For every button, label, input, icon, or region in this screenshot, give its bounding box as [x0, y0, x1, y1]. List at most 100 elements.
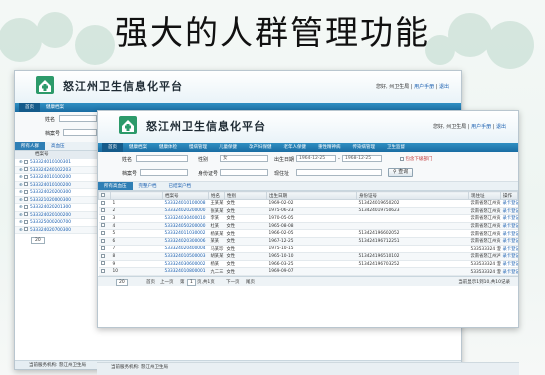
cell-record-no[interactable]: 533324020200000	[162, 207, 209, 216]
table-row[interactable]: 2 533324020200000 张某某 女性 1975-06-23 513424019…	[98, 207, 518, 216]
back-list-item[interactable]: ⊕ 533324010100301	[15, 159, 97, 167]
query-button[interactable]: ⚲ 查询	[388, 168, 414, 177]
cell-record-no[interactable]: 533324010100008	[162, 199, 209, 208]
table-row[interactable]: 9 533324030600002 杨某 女性 1966-03-25 5134241967…	[98, 260, 518, 269]
row-select-cell[interactable]	[98, 245, 111, 254]
birth-from-input[interactable]: 1964-12-25	[296, 155, 336, 162]
record-input[interactable]	[140, 169, 188, 176]
table-row[interactable]: 6 533324020300006 某某 女性 1967-12-25 5134241967…	[98, 237, 518, 246]
row-select-cell[interactable]	[98, 214, 111, 223]
register-card-link[interactable]: 录卡登记	[500, 237, 518, 246]
include-lower-org-checkbox[interactable]: 包含下级部门	[400, 156, 432, 162]
nav-tab-home[interactable]: 首页	[102, 143, 123, 152]
select-all-header[interactable]	[98, 191, 111, 200]
cell-record-no[interactable]: 533324010500003	[162, 252, 209, 261]
id-card-input[interactable]	[220, 169, 268, 176]
row-checkbox[interactable]	[100, 200, 105, 205]
row-select-cell[interactable]	[98, 199, 111, 208]
back-record-no[interactable]: 533324240102203	[30, 168, 71, 173]
table-row[interactable]: 7 533324020400004 马某珍 女性 1975-10-15 533533324…	[98, 245, 518, 254]
page-number-input[interactable]: 1	[187, 278, 196, 286]
row-checkbox[interactable]	[100, 261, 105, 266]
cell-record-no[interactable]: 533324030400010	[162, 214, 209, 223]
back-row-checkbox[interactable]	[23, 212, 28, 216]
row-select-cell[interactable]	[98, 260, 111, 269]
prev-page-button[interactable]: 上一页	[160, 279, 174, 285]
register-card-link[interactable]: 录卡登记	[500, 229, 518, 238]
next-page-button[interactable]: 下一页	[226, 279, 240, 285]
back-row-checkbox[interactable]	[23, 167, 28, 171]
back-list-item[interactable]: ⊕ 533324010100200	[15, 181, 97, 189]
back-record-no[interactable]: 533324010100200	[30, 175, 71, 180]
nav-tab-home[interactable]: 首页	[19, 103, 40, 112]
first-page-button[interactable]: 首页	[146, 279, 155, 285]
back-row-checkbox[interactable]	[23, 197, 28, 201]
table-row[interactable]: 1 533324010100008 王某某 女性 1969-02-02 513424019…	[98, 199, 518, 208]
register-card-link[interactable]: 录卡登记	[500, 199, 518, 208]
nav-tab-elderly-care[interactable]: 老年人保健	[278, 143, 313, 152]
nav-tab-maternal-care[interactable]: 孕产妇保健	[243, 143, 278, 152]
page-number-value[interactable]: 1	[187, 278, 196, 286]
row-checkbox[interactable]	[100, 230, 105, 235]
cell-record-no[interactable]: 533324020400004	[162, 245, 209, 254]
page-size-select[interactable]: 20	[116, 278, 128, 286]
birth-to-input[interactable]: 1968-12-25	[342, 155, 382, 162]
back-record-no[interactable]: 533324020100200	[30, 213, 71, 218]
row-select-cell[interactable]	[98, 237, 111, 246]
nav-tab-child-care[interactable]: 儿童保健	[213, 143, 243, 152]
row-select-cell[interactable]	[98, 207, 111, 216]
back-list-item[interactable]: ⊕ 533324010100200	[15, 174, 97, 182]
nav-tab-health-supervision[interactable]: 卫生监督	[381, 143, 411, 152]
checkbox-box[interactable]	[400, 156, 404, 161]
cell-record-no[interactable]: 533324011030002	[162, 229, 209, 238]
row-checkbox[interactable]	[100, 268, 105, 273]
subtab-closed-household[interactable]: 已结案户档	[163, 182, 198, 190]
page-size-value[interactable]: 20	[116, 278, 128, 286]
back-row-checkbox[interactable]	[23, 182, 28, 186]
cell-record-no[interactable]: 533324050200000	[162, 222, 209, 231]
table-row[interactable]: 5 533324011030002 杨某某 女性 1966-02-05 513424196…	[98, 229, 518, 238]
back-record-no[interactable]: 533325000200700	[30, 220, 71, 225]
cell-record-no[interactable]: 533324030600002	[162, 260, 209, 269]
back-row-checkbox[interactable]	[23, 204, 28, 209]
register-card-link[interactable]: 录卡登记	[500, 214, 518, 223]
user-manual-link[interactable]: 用户手册	[414, 84, 434, 90]
back-row-checkbox[interactable]	[23, 159, 28, 164]
row-select-cell[interactable]	[98, 252, 111, 261]
back-list-item[interactable]: ⊕ 533324020100200	[15, 211, 97, 219]
register-card-link[interactable]: 录卡登记	[500, 222, 518, 231]
record-input[interactable]	[63, 129, 97, 136]
table-row[interactable]: 10 533324010800001 九二三 女性 1969-09-07 53353332…	[98, 267, 518, 276]
back-record-no[interactable]: 533324010100200	[30, 183, 71, 188]
register-card-link[interactable]: 录卡登记	[500, 245, 518, 254]
back-row-checkbox[interactable]	[23, 227, 28, 231]
row-checkbox[interactable]	[100, 253, 105, 258]
row-select-cell[interactable]	[98, 229, 111, 238]
row-checkbox[interactable]	[100, 215, 105, 220]
nav-tab-health-records[interactable]: 健康档案	[40, 103, 70, 112]
subtab-all-people[interactable]: 所有人群	[15, 142, 45, 150]
nav-tab-infectious-disease[interactable]: 传染病管理	[347, 143, 382, 152]
back-record-no[interactable]: 533321020000300	[30, 198, 71, 203]
subtab-hypertension[interactable]: 高血压	[45, 142, 71, 150]
row-checkbox[interactable]	[100, 238, 105, 243]
subtab-all-hypertension[interactable]: 所有高血压	[98, 182, 133, 190]
back-list-item[interactable]: ⊕ 533324020700300	[15, 226, 97, 234]
register-card-link[interactable]: 录卡登记	[500, 267, 518, 276]
back-record-no[interactable]: 533324010100301	[30, 160, 71, 165]
back-record-no[interactable]: 533324020700300	[30, 228, 71, 233]
last-page-button[interactable]: 尾页	[246, 279, 255, 285]
nav-tab-health-exam[interactable]: 健康体检	[153, 143, 183, 152]
back-list-item[interactable]: ⊕ 533321020000300	[15, 196, 97, 204]
cell-record-no[interactable]: 533324020300006	[162, 237, 209, 246]
table-row[interactable]: 8 533324010500003 胡某某 女性 1965-10-10 513424196…	[98, 252, 518, 261]
row-checkbox[interactable]	[100, 223, 105, 228]
table-row[interactable]: 4533324050200000杜某女性1965-08-08 云南省怒江州贡山县某…	[98, 222, 518, 231]
user-manual-link[interactable]: 用户手册	[471, 124, 491, 130]
back-list-item[interactable]: ⊕ 533324020200300	[15, 189, 97, 197]
back-row-checkbox[interactable]	[23, 219, 28, 224]
register-card-link[interactable]: 录卡登记	[500, 207, 518, 216]
logout-link[interactable]: 退出	[439, 84, 449, 90]
name-input[interactable]	[59, 115, 97, 122]
subtab-complete-household[interactable]: 完整户档	[133, 182, 163, 190]
